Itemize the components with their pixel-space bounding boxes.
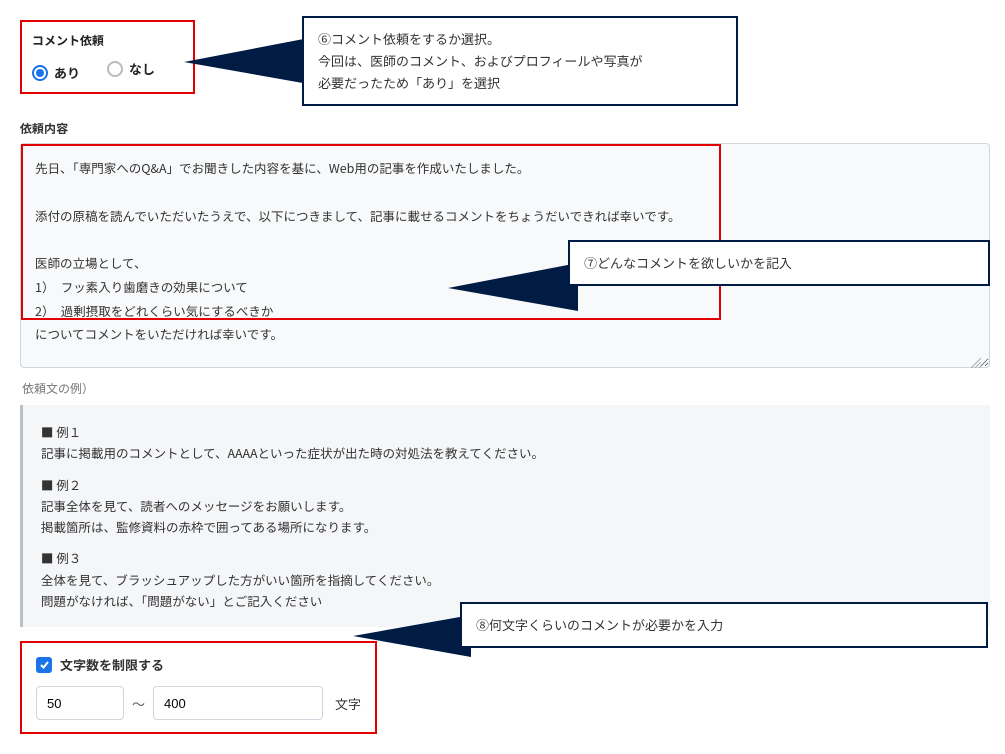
callout8-arrow-icon: [353, 614, 471, 658]
example-1-body: 記事に掲載用のコメントとして、AAAAといった症状が出た時の対処法を教えてくださ…: [41, 442, 972, 463]
callout-7: ⑦どんなコメントを欲しいかを記入: [568, 240, 990, 286]
radio-yes-label: あり: [54, 63, 80, 82]
check-icon: [39, 659, 50, 670]
example-2-body1: 記事全体を見て、読者へのメッセージをお願いします。: [41, 495, 972, 516]
example-3-title: ■ 例３: [41, 547, 972, 568]
example-2-title: ■ 例２: [41, 474, 972, 495]
callout6-line2: 今回は、医師のコメント、およびプロフィールや写真が: [318, 50, 722, 72]
example-3-body1: 全体を見て、ブラッシュアップした方がいい箇所を指摘してください。: [41, 569, 972, 590]
char-limit-range: ～ 文字: [36, 686, 361, 720]
char-limit-min-input[interactable]: [36, 686, 124, 720]
callout8-text: ⑧何文字くらいのコメントが必要かを入力: [476, 614, 972, 636]
char-limit-label: 文字数を制限する: [60, 655, 164, 674]
char-limit-separator: ～: [132, 694, 145, 713]
char-limit-unit: 文字: [335, 694, 361, 713]
example-box: ■ 例１ 記事に掲載用のコメントとして、AAAAといった症状が出た時の対処法を教…: [20, 405, 990, 627]
comment-request-label: コメント依頼: [32, 32, 179, 49]
example-heading: 依頼文の例）: [22, 380, 985, 397]
radio-no-label: なし: [129, 59, 155, 78]
callout6-line1: ⑥コメント依頼をするか選択。: [318, 28, 722, 50]
example-2-body2: 掲載箇所は、監修資料の赤枠で囲ってある場所になります。: [41, 516, 972, 537]
callout-8: ⑧何文字くらいのコメントが必要かを入力: [460, 602, 988, 648]
request-content-label: 依頼内容: [20, 120, 985, 137]
char-limit-section: 文字数を制限する ～ 文字: [20, 641, 377, 734]
example-1-title: ■ 例１: [41, 421, 972, 442]
char-limit-max-input[interactable]: [153, 686, 323, 720]
radio-yes[interactable]: あり: [32, 63, 80, 82]
callout6-arrow-icon: [184, 36, 314, 86]
comment-request-section: コメント依頼 あり なし: [20, 20, 195, 94]
char-limit-checkbox[interactable]: [36, 657, 52, 673]
callout7-arrow-icon: [448, 262, 578, 312]
radio-checked-icon: [32, 65, 48, 81]
callout6-line3: 必要だったため「あり」を選択: [318, 72, 722, 94]
callout7-text: ⑦どんなコメントを欲しいかを記入: [584, 252, 974, 274]
radio-unchecked-icon: [107, 61, 123, 77]
comment-request-radio-group: あり なし: [32, 59, 179, 82]
callout-6: ⑥コメント依頼をするか選択。 今回は、医師のコメント、およびプロフィールや写真が…: [302, 16, 738, 106]
radio-no[interactable]: なし: [107, 59, 155, 78]
